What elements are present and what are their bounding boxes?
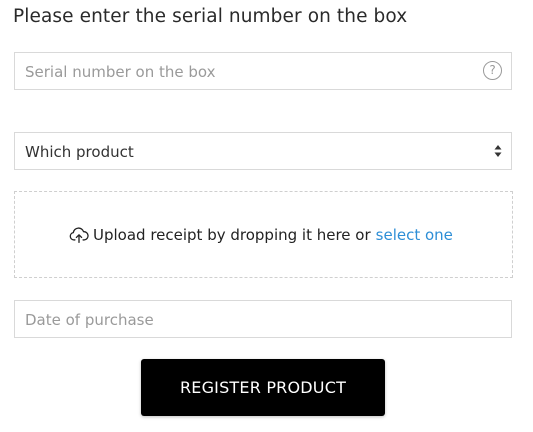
- serial-number-placeholder: Serial number on the box: [25, 63, 216, 81]
- select-arrows-icon: [494, 145, 502, 157]
- product-select-value: Which product: [25, 143, 134, 161]
- select-file-link[interactable]: select one: [376, 226, 453, 244]
- upload-instructions: Upload receipt by dropping it here or: [93, 226, 371, 244]
- register-product-button[interactable]: REGISTER PRODUCT: [141, 359, 385, 416]
- question-circle-icon[interactable]: ?: [483, 61, 502, 80]
- form-heading: Please enter the serial number on the bo…: [13, 6, 408, 27]
- purchase-date-input[interactable]: Date of purchase: [14, 300, 512, 338]
- dropzone-content: Upload receipt by dropping it here or se…: [69, 226, 453, 244]
- cloud-upload-icon: [69, 227, 89, 244]
- product-select[interactable]: Which product: [14, 132, 512, 170]
- receipt-dropzone[interactable]: Upload receipt by dropping it here or se…: [14, 191, 513, 278]
- serial-number-input[interactable]: Serial number on the box ?: [14, 52, 512, 90]
- purchase-date-placeholder: Date of purchase: [25, 311, 154, 329]
